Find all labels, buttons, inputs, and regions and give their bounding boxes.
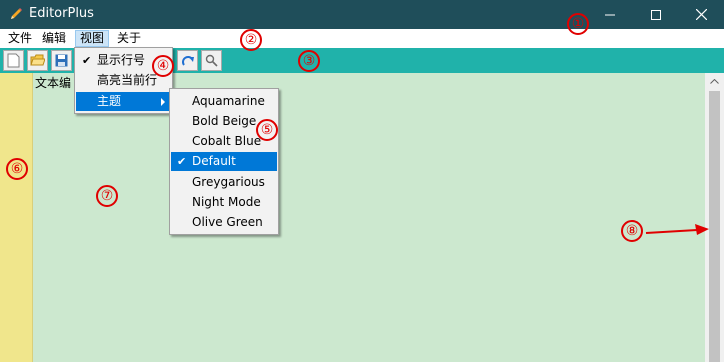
annotation-marker: ⑥ <box>6 158 28 180</box>
annotation-marker: ④ <box>152 55 174 77</box>
menu-view[interactable]: 视图 <box>75 30 110 47</box>
close-button[interactable] <box>678 0 724 29</box>
annotation-marker: ③ <box>298 50 320 72</box>
menu-bar: 文件 编辑 视图 关于 <box>0 29 724 48</box>
theme-label: 主题 <box>97 94 122 108</box>
theme-label: Default <box>192 154 236 168</box>
annotation-marker: ⑤ <box>256 119 278 141</box>
open-folder-icon <box>30 54 45 66</box>
scroll-up-button[interactable] <box>705 73 724 90</box>
theme-label: Aquamarine <box>192 94 265 108</box>
scrollbar-thumb[interactable] <box>709 91 720 362</box>
theme-menu: Aquamarine Bold Beige Cobalt Blue ✔ Defa… <box>169 88 279 235</box>
open-button[interactable] <box>27 50 48 71</box>
menu-about[interactable]: 关于 <box>113 30 145 47</box>
editor-text: 文本编 <box>35 76 72 90</box>
search-button[interactable] <box>201 50 222 71</box>
theme-label: Bold Beige <box>192 114 257 128</box>
highlight-line-label: 高亮当前行 <box>97 73 158 87</box>
maximize-icon <box>651 9 661 20</box>
menu-edit[interactable]: 编辑 <box>38 30 70 47</box>
view-menu-theme[interactable]: 主题 <box>76 92 171 111</box>
menu-file[interactable]: 文件 <box>4 30 36 47</box>
theme-aquamarine[interactable]: Aquamarine <box>171 92 277 111</box>
redo-icon <box>181 56 194 66</box>
chevron-up-icon <box>710 79 719 84</box>
annotation-marker: ① <box>567 13 589 35</box>
annotation-marker: ⑦ <box>96 185 118 207</box>
check-icon: ✔ <box>177 155 187 168</box>
annotation-marker: ② <box>240 29 262 51</box>
theme-label: Cobalt Blue <box>192 134 262 148</box>
text-editor[interactable]: 文本编 <box>33 73 705 362</box>
show-line-numbers-label: 显示行号 <box>97 53 146 67</box>
new-file-icon <box>7 53 20 68</box>
theme-night-mode[interactable]: Night Mode <box>171 193 277 212</box>
theme-default[interactable]: ✔ Default <box>171 152 277 171</box>
redo-button[interactable] <box>177 50 198 71</box>
annotation-marker: ⑧ <box>621 220 643 242</box>
vertical-scrollbar[interactable] <box>705 73 724 362</box>
save-button[interactable] <box>51 50 72 71</box>
minimize-icon <box>605 14 615 15</box>
theme-label: Greygarious <box>192 175 265 189</box>
search-icon <box>205 54 218 67</box>
pencil-icon <box>9 7 23 21</box>
new-file-button[interactable] <box>3 50 24 71</box>
theme-greygarious[interactable]: Greygarious <box>171 173 277 192</box>
theme-label: Night Mode <box>192 195 261 209</box>
title-bar: EditorPlus <box>0 0 724 29</box>
theme-label: Olive Green <box>192 215 263 229</box>
save-icon <box>55 54 68 67</box>
minimize-button[interactable] <box>587 0 633 29</box>
maximize-button[interactable] <box>633 0 679 29</box>
check-icon: ✔ <box>82 54 92 67</box>
close-icon <box>695 9 707 20</box>
app-title: EditorPlus <box>29 6 94 21</box>
theme-olive-green[interactable]: Olive Green <box>171 213 277 232</box>
submenu-arrow-icon <box>161 98 165 106</box>
line-number-gutter <box>0 73 33 362</box>
arrow-right-icon <box>645 224 709 235</box>
